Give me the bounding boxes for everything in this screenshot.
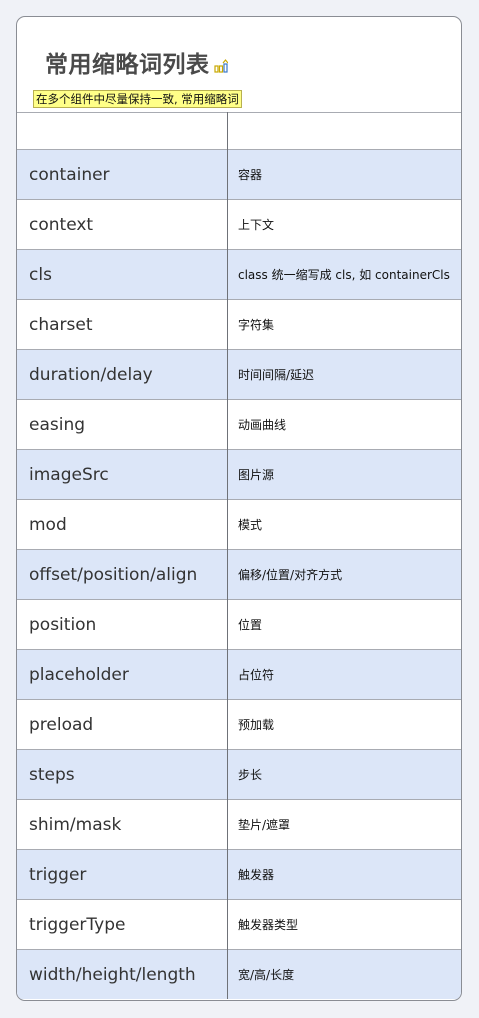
abbreviation-cell: shim/mask (17, 799, 228, 850)
note-label: 在多个组件中尽量保持一致, 常用缩略词 (33, 90, 242, 108)
table-row: charset 字符集 (17, 299, 461, 350)
page-title-text: 常用缩略词列表 (45, 52, 210, 78)
meaning-cell: 步长 (227, 749, 461, 800)
abbreviation-cell: offset/position/align (17, 549, 228, 600)
table-row: width/height/length 宽/高/长度 (17, 949, 461, 999)
abbreviation-cell: mod (17, 499, 228, 550)
header-cell-key (17, 112, 228, 150)
meaning-cell: class 统一缩写成 cls, 如 containerCls (227, 249, 461, 300)
meaning-cell: 动画曲线 (227, 399, 461, 450)
table-row: duration/delay 时间间隔/延迟 (17, 349, 461, 400)
table-row: cls class 统一缩写成 cls, 如 containerCls (17, 249, 461, 300)
abbreviation-cell: position (17, 599, 228, 650)
abbreviation-cell: charset (17, 299, 228, 350)
table-row: context 上下文 (17, 199, 461, 250)
table-row: offset/position/align 偏移/位置/对齐方式 (17, 549, 461, 600)
table-row: container 容器 (17, 149, 461, 200)
abbreviation-cell: duration/delay (17, 349, 228, 400)
table-row: steps 步长 (17, 749, 461, 800)
abbreviation-cell: context (17, 199, 228, 250)
abbreviation-cell: cls (17, 249, 228, 300)
abbreviation-cell: trigger (17, 849, 228, 900)
meaning-cell: 偏移/位置/对齐方式 (227, 549, 461, 600)
meaning-cell: 垫片/遮罩 (227, 799, 461, 850)
abbreviation-cell: preload (17, 699, 228, 750)
meaning-cell: 占位符 (227, 649, 461, 700)
meaning-cell: 宽/高/长度 (227, 949, 461, 999)
abbreviation-cell: easing (17, 399, 228, 450)
table-row: imageSrc 图片源 (17, 449, 461, 500)
abbreviation-cell: width/height/length (17, 949, 228, 999)
header-cell-value (227, 112, 461, 150)
meaning-cell: 容器 (227, 149, 461, 200)
abbreviation-cell: steps (17, 749, 228, 800)
table-row: position 位置 (17, 599, 461, 650)
table-row: easing 动画曲线 (17, 399, 461, 450)
meaning-cell: 位置 (227, 599, 461, 650)
meaning-cell: 时间间隔/延迟 (227, 349, 461, 400)
abbreviation-cell: placeholder (17, 649, 228, 700)
meaning-cell: 图片源 (227, 449, 461, 500)
table-row: shim/mask 垫片/遮罩 (17, 799, 461, 850)
meaning-cell: 模式 (227, 499, 461, 550)
table-row: preload 预加载 (17, 699, 461, 750)
table-row: trigger 触发器 (17, 849, 461, 900)
meaning-cell: 预加载 (227, 699, 461, 750)
meaning-cell: 触发器 (227, 849, 461, 900)
page-title: 常用缩略词列表 (45, 45, 228, 79)
table-header-row (17, 112, 461, 150)
abbreviation-cell: triggerType (17, 899, 228, 950)
meaning-cell: 触发器类型 (227, 899, 461, 950)
table-row: mod 模式 (17, 499, 461, 550)
abbreviation-cell: container (17, 149, 228, 200)
meaning-cell: 字符集 (227, 299, 461, 350)
table-row: placeholder 占位符 (17, 649, 461, 700)
abbreviation-card: 常用缩略词列表 在多个组件中尽量保持一致, 常用缩略词 container 容器 c… (16, 16, 462, 1001)
abbreviation-cell: imageSrc (17, 449, 228, 500)
chart-icon[interactable] (213, 53, 228, 79)
abbreviation-table: container 容器 context 上下文 cls class 统一缩写成 cls,… (17, 112, 461, 999)
table-row: triggerType 触发器类型 (17, 899, 461, 950)
meaning-cell: 上下文 (227, 199, 461, 250)
